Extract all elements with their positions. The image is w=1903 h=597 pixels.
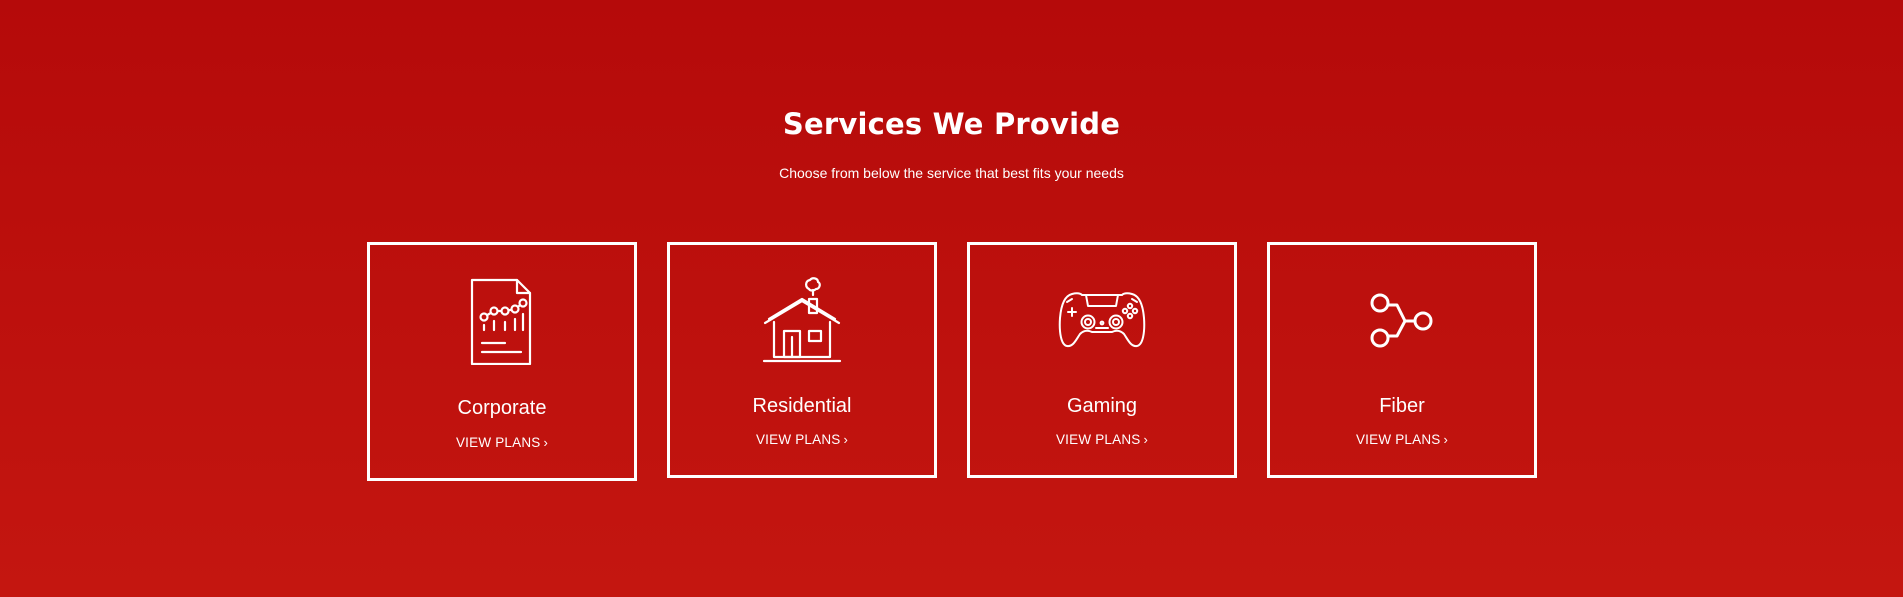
card-residential[interactable]: Residential VIEW PLANS › — [667, 242, 937, 478]
gamepad-icon — [970, 275, 1234, 365]
section-subtitle: Choose from below the service that best … — [779, 165, 1124, 181]
view-plans-link[interactable]: VIEW PLANS › — [1270, 431, 1534, 449]
chevron-right-icon: › — [1443, 432, 1449, 447]
card-title: Corporate — [457, 397, 547, 419]
card-title: Residential — [752, 395, 852, 417]
section-title: Services We Provide — [782, 107, 1121, 141]
view-plans-link[interactable]: VIEW PLANS › — [370, 434, 634, 452]
house-icon — [670, 275, 934, 365]
fiber-network-icon — [1270, 275, 1534, 365]
services-section: Services We Provide Choose from below th… — [0, 0, 1903, 597]
card-corporate[interactable]: Corporate VIEW PLANS › — [367, 242, 637, 481]
report-chart-icon — [370, 275, 634, 365]
card-title: Gaming — [1066, 395, 1138, 417]
chevron-right-icon: › — [843, 432, 849, 447]
view-plans-link[interactable]: VIEW PLANS › — [670, 431, 934, 449]
view-plans-link[interactable]: VIEW PLANS › — [970, 431, 1234, 449]
view-plans-label: VIEW PLANS — [455, 435, 541, 450]
card-fiber[interactable]: Fiber VIEW PLANS › — [1267, 242, 1537, 478]
view-plans-label: VIEW PLANS — [755, 432, 841, 447]
chevron-right-icon: › — [543, 435, 549, 450]
view-plans-label: VIEW PLANS — [1355, 432, 1441, 447]
view-plans-label: VIEW PLANS — [1055, 432, 1141, 447]
chevron-right-icon: › — [1143, 432, 1149, 447]
card-title: Fiber — [1379, 395, 1425, 417]
card-gaming[interactable]: Gaming VIEW PLANS › — [967, 242, 1237, 478]
